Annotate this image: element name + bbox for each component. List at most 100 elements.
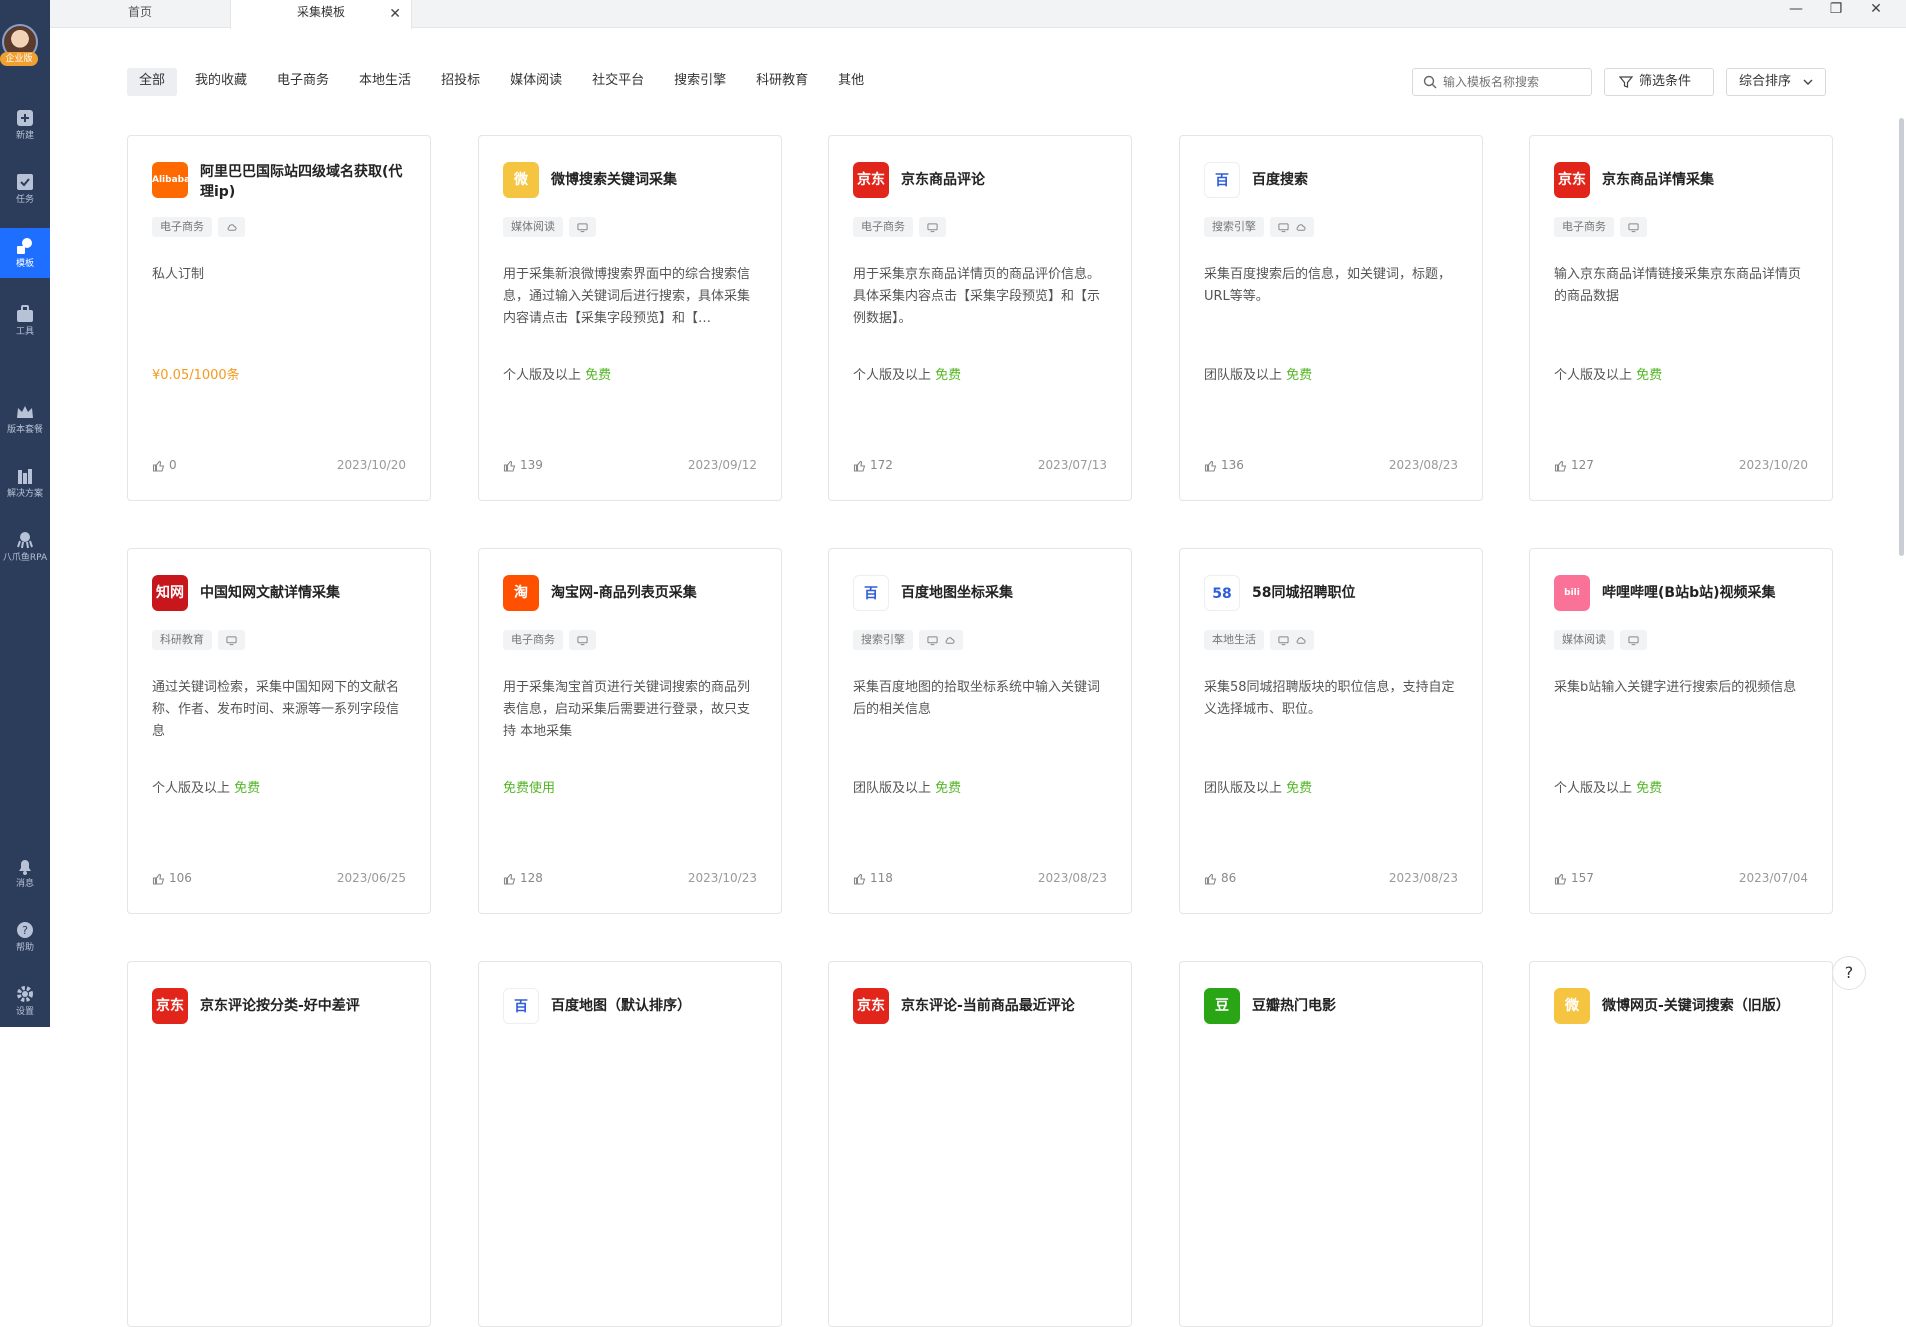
sidebar-item-plans[interactable]: 版本套餐 [0, 394, 50, 444]
help-float-button[interactable]: ? [1832, 956, 1866, 990]
collect-mode-tag [919, 217, 946, 237]
price-free: 免费 [234, 781, 261, 796]
window-close-icon[interactable]: ✕ [1856, 0, 1896, 24]
sidebar-item-help[interactable]: ? 帮助 [0, 912, 50, 962]
local-collect-icon [226, 635, 237, 645]
template-card[interactable]: 京东 京东商品评论 电子商务 用于采集京东商品详情页的商品评价信息。具体采集内容点击【… [828, 135, 1132, 501]
sidebar-item-label: 模板 [15, 259, 34, 269]
template-card[interactable]: bili 哔哩哔哩(B站b站)视频采集 媒体阅读 采集b站输入关键字进行搜索后的视频信… [1529, 548, 1833, 914]
template-price: 个人版及以上 免费 [853, 364, 961, 383]
template-card[interactable]: 京东 京东评论-当前商品最近评论 [828, 961, 1132, 1327]
template-tags: 搜索引擎 [1204, 217, 1314, 239]
category-bidding[interactable]: 招投标 [429, 68, 492, 96]
gear-icon [17, 986, 33, 1002]
like-count[interactable]: 139 [503, 458, 543, 472]
local-collect-icon [927, 635, 938, 645]
category-other[interactable]: 其他 [826, 68, 876, 96]
template-card[interactable]: 豆豆瓣热门电影 [1179, 961, 1483, 1327]
category-social[interactable]: 社交平台 [580, 68, 656, 96]
like-count[interactable]: 128 [503, 871, 543, 885]
thumbs-up-icon [853, 460, 866, 472]
category-favorites[interactable]: 我的收藏 [183, 68, 259, 96]
category-local-life[interactable]: 本地生活 [347, 68, 423, 96]
like-count[interactable]: 0 [152, 458, 177, 472]
template-price: 个人版及以上 免费 [1554, 777, 1662, 796]
template-price: 团队版及以上 免费 [853, 777, 961, 796]
price-tier: 个人版及以上 [503, 368, 582, 383]
sidebar-item-tools[interactable]: 工具 [0, 296, 50, 346]
category-ecommerce[interactable]: 电子商务 [265, 68, 341, 96]
like-count-value: 157 [1571, 871, 1594, 885]
sidebar-item-task[interactable]: 任务 [0, 164, 50, 214]
search-input[interactable] [1443, 73, 1583, 91]
category-all[interactable]: 全部 [127, 68, 178, 96]
filter-conditions-button[interactable]: 筛选条件 [1604, 68, 1714, 96]
template-logo: 京东 [1554, 162, 1590, 198]
cloud-collect-icon [1296, 223, 1306, 231]
local-collect-icon [1278, 222, 1289, 232]
bell-icon [19, 860, 31, 875]
template-card[interactable]: 淘淘宝网-商品列表页采集 电子商务 用于采集淘宝首页进行关键词搜索的商品列表信息，启… [478, 548, 782, 914]
category-tag: 电子商务 [503, 630, 563, 650]
collect-mode-tag [1270, 217, 1314, 237]
sidebar-item-label: 任务 [15, 195, 34, 205]
scrollbar[interactable] [1899, 118, 1904, 556]
template-card[interactable]: Alibaba 阿里巴巴国际站四级域名获取(代理ip) 电子商务 私人订制 ¥0.05/… [127, 135, 431, 501]
sidebar-item-settings[interactable]: 设置 [0, 976, 50, 1026]
close-icon[interactable]: ✕ [389, 2, 401, 26]
template-logo: 微 [1554, 988, 1590, 1024]
template-date: 2023/10/20 [1738, 458, 1808, 472]
sort-label: 综合排序 [1739, 74, 1792, 89]
category-tag: 电子商务 [1554, 217, 1614, 237]
like-count[interactable]: 106 [152, 871, 192, 885]
template-card[interactable]: 微微博搜索关键词采集 媒体阅读 用于采集新浪微博搜索界面中的综合搜索信息，通过输入关… [478, 135, 782, 501]
template-logo: 百 [853, 575, 889, 611]
category-research[interactable]: 科研教育 [744, 68, 820, 96]
tab-home[interactable]: 首页 [80, 0, 200, 28]
template-title: 京东商品评论 [901, 172, 985, 188]
tab-bar: 首页 采集模板 ✕ — ❐ ✕ [50, 0, 1906, 29]
template-card[interactable]: 百百度地图坐标采集 搜索引擎 采集百度地图的拾取坐标系统中输入关键词后的相关信息 团队… [828, 548, 1132, 914]
category-tag: 媒体阅读 [503, 217, 563, 237]
sidebar-item-label: 解决方案 [6, 489, 43, 499]
category-media[interactable]: 媒体阅读 [498, 68, 574, 96]
like-count[interactable]: 118 [853, 871, 893, 885]
like-count[interactable]: 136 [1204, 458, 1244, 472]
template-tags: 媒体阅读 [1554, 630, 1647, 652]
template-card[interactable]: 微微博网页-关键词搜索（旧版） [1529, 961, 1833, 1327]
like-count[interactable]: 157 [1554, 871, 1594, 885]
sidebar-item-rpa[interactable]: 八爪鱼RPA [0, 522, 50, 572]
price-tier: 团队版及以上 [1204, 368, 1283, 383]
template-title: 百度地图（默认排序） [551, 998, 691, 1014]
like-count[interactable]: 172 [853, 458, 893, 472]
sidebar-item-messages[interactable]: 消息 [0, 848, 50, 898]
sidebar-item-new[interactable]: 新建 [0, 100, 50, 150]
restore-icon[interactable]: ❐ [1816, 0, 1856, 24]
template-logo: 微 [503, 162, 539, 198]
template-description: 用于采集新浪微博搜索界面中的综合搜索信息，通过输入关键词后进行搜索，具体采集内容… [503, 267, 751, 326]
like-count[interactable]: 127 [1554, 458, 1594, 472]
template-card[interactable]: 百百度搜索 搜索引擎 采集百度搜索后的信息，如关键词，标题，URL等等。 团队版及以上… [1179, 135, 1483, 501]
template-card[interactable]: 58 58同城招聘职位 本地生活 采集58同城招聘版块的职位信息，支持自定义选择城市、… [1179, 548, 1483, 914]
template-date: 2023/08/23 [1388, 458, 1458, 472]
category-search-engine[interactable]: 搜索引擎 [662, 68, 738, 96]
price-free: 免费 [935, 368, 962, 383]
template-card[interactable]: 京东 京东评论按分类-好中差评 [127, 961, 431, 1327]
sidebar-item-template[interactable]: 模板 [0, 228, 50, 278]
collect-mode-tag [569, 217, 596, 237]
template-tags: 科研教育 [152, 630, 245, 652]
template-title: 百度地图坐标采集 [901, 585, 1013, 601]
template-card[interactable]: 百百度地图（默认排序） [478, 961, 782, 1327]
collect-mode-tag [569, 630, 596, 650]
sidebar-item-solutions[interactable]: 解决方案 [0, 458, 50, 508]
minimize-icon[interactable]: — [1776, 0, 1816, 24]
template-card[interactable]: 知网 中国知网文献详情采集 科研教育 通过关键词检索，采集中国知网下的文献名称、作者、… [127, 548, 431, 914]
sort-dropdown[interactable]: 综合排序 [1726, 68, 1826, 96]
tab-templates[interactable]: 采集模板 ✕ [230, 0, 412, 29]
like-count[interactable]: 86 [1204, 871, 1236, 885]
template-date: 2023/06/25 [336, 871, 406, 885]
category-filters: 全部 我的收藏 电子商务 本地生活 招投标 媒体阅读 社交平台 搜索引擎 科研教… [127, 68, 876, 96]
price-tier: 团队版及以上 [1204, 781, 1283, 796]
template-card[interactable]: 京东 京东商品详情采集 电子商务 输入京东商品详情链接采集京东商品详情页的商品数据 个人… [1529, 135, 1833, 501]
filter-icon [1619, 76, 1633, 88]
